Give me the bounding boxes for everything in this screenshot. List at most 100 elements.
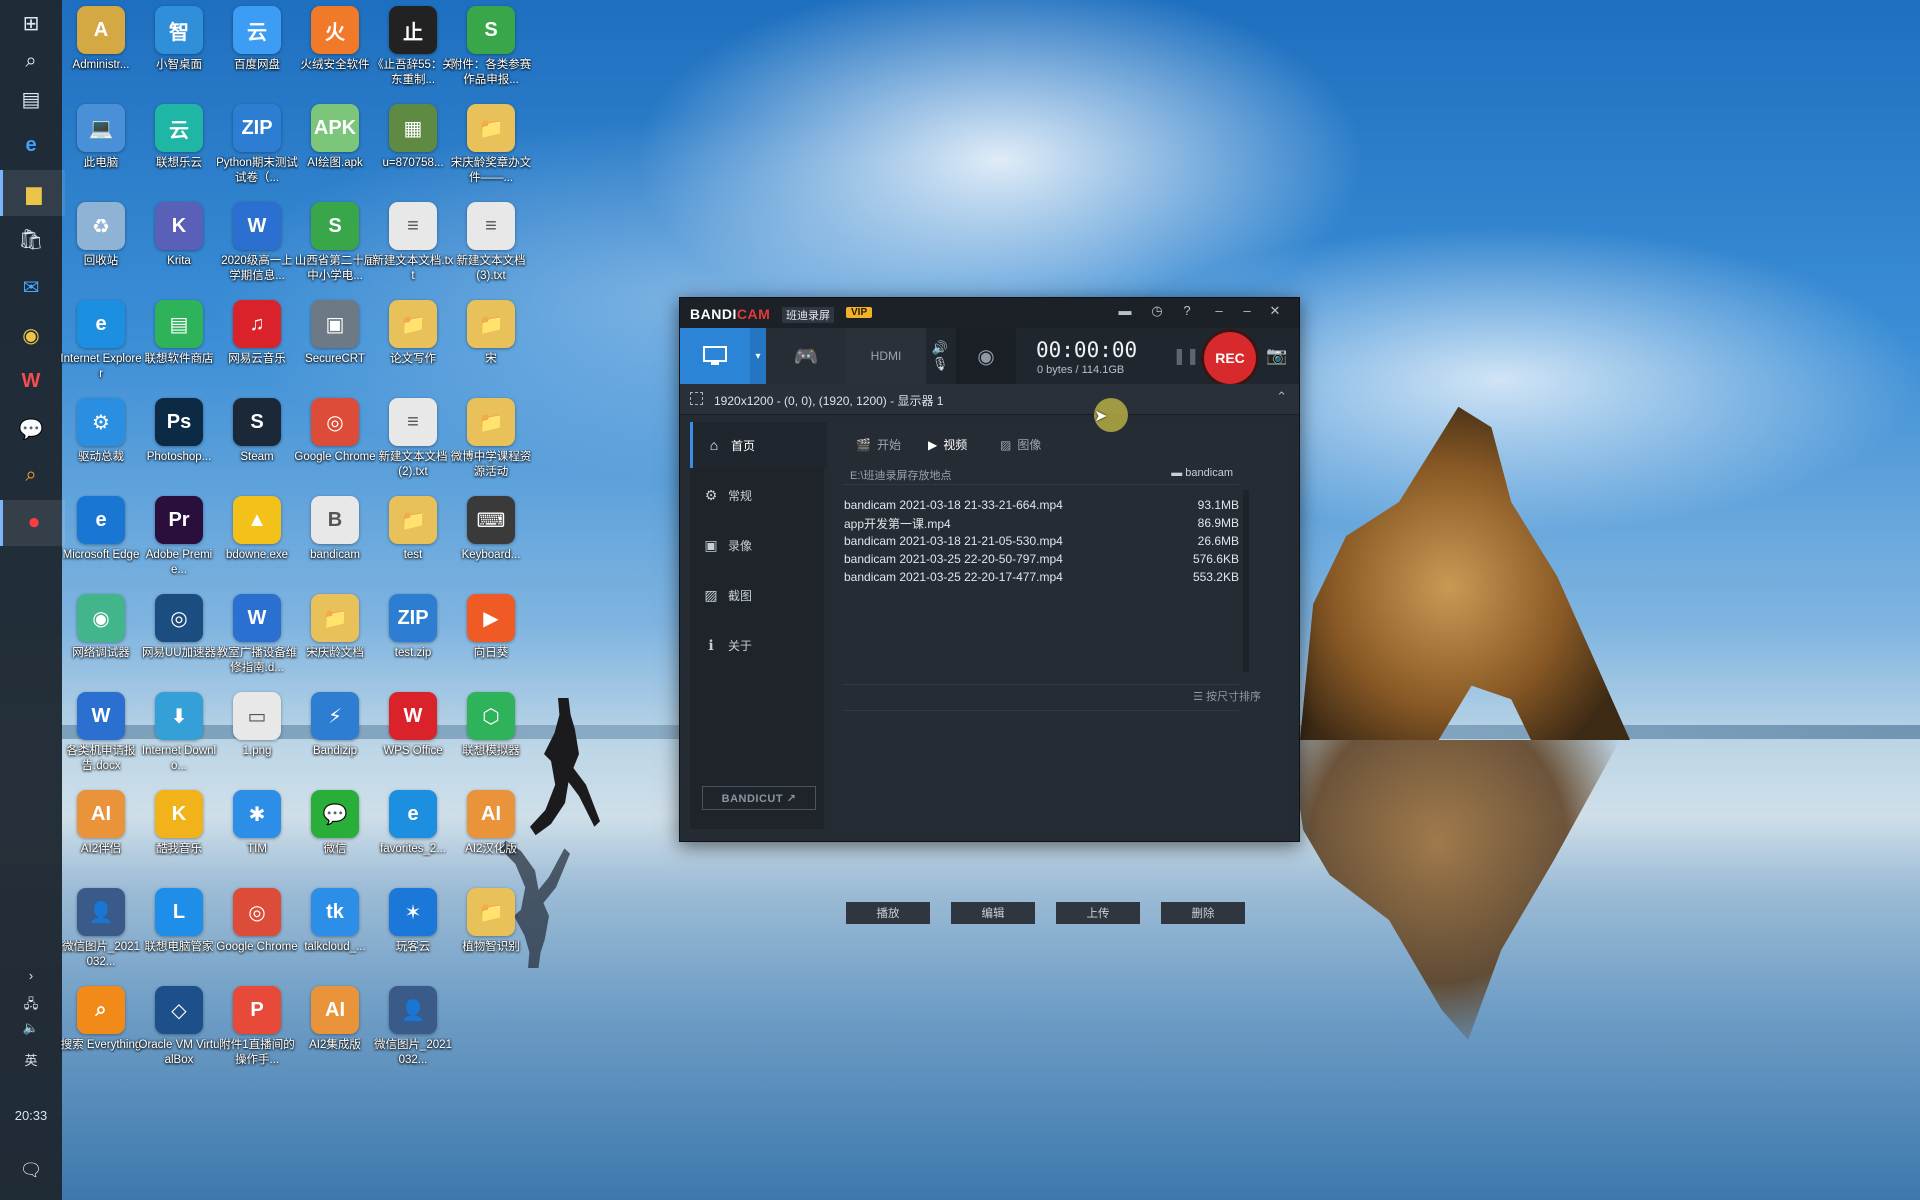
desktop-icon[interactable]: 👤 微信图片_2021032... <box>374 986 452 1082</box>
minimize-icon[interactable]: – <box>1208 303 1230 318</box>
desktop-icon[interactable]: S 附件：各类参赛作品申报... <box>451 6 531 102</box>
help-icon[interactable]: ? <box>1176 303 1198 318</box>
desktop-icon[interactable]: 📁 植物智识别 <box>452 888 530 984</box>
desktop-icon[interactable]: 👤 微信图片_2021032... <box>62 888 140 984</box>
desktop-icon[interactable]: ZIP Python期末测试试卷（... <box>216 104 298 200</box>
store-icon[interactable]: 🛍 <box>0 216 62 262</box>
desktop-icon[interactable]: ✱ TIM <box>218 790 296 886</box>
desktop-icon[interactable]: AI AI2汉化版 <box>452 790 530 886</box>
desktop-icon[interactable]: W 各类机申请报告.docx <box>62 692 140 788</box>
chrome-icon[interactable]: ◉ <box>0 312 62 358</box>
desktop-icon[interactable]: ♫ 网易云音乐 <box>218 300 296 396</box>
desktop-icon[interactable]: ▤ 联想软件商店 <box>140 300 218 396</box>
desktop-icon[interactable]: 💻 此电脑 <box>62 104 140 200</box>
desktop-icon[interactable]: W 教室广播设备维修指南.d... <box>217 594 297 690</box>
wps-icon[interactable]: W <box>0 358 62 404</box>
rec-button[interactable]: REC <box>1204 332 1256 384</box>
camera-icon[interactable]: 📷 <box>1262 328 1292 384</box>
tab-start[interactable]: 🎬 开始 <box>856 436 901 453</box>
desktop-icon[interactable]: S Steam <box>218 398 296 494</box>
screen-mode-button[interactable] <box>680 328 750 384</box>
mail-icon[interactable]: ✉ <box>0 264 62 310</box>
desktop-icon[interactable]: e Internet Explorer <box>60 300 142 396</box>
search-everything-icon[interactable]: ⌕ <box>0 452 62 498</box>
sidebar-item-general[interactable]: ⚙ 常规 <box>690 472 824 518</box>
desktop-icon[interactable]: ▣ SecureCRT <box>296 300 374 396</box>
desktop-icon[interactable]: e Microsoft Edge <box>62 496 140 592</box>
capture-area-bar[interactable]: 1920x1200 - (0, 0), (1920, 1200) - 显示器 1… <box>680 384 1299 415</box>
audio-toggles[interactable]: 🔊 🎙 <box>928 328 952 384</box>
desktop-icon[interactable]: K 酷我音乐 <box>140 790 218 886</box>
desktop-icon[interactable]: 💬 微信 <box>296 790 374 886</box>
clock[interactable]: 20:33 <box>0 1108 62 1123</box>
desktop-icon[interactable]: 📁 论文写作 <box>374 300 452 396</box>
desktop-icon[interactable]: ◉ 网络调试器 <box>62 594 140 690</box>
ime-indicator[interactable]: 英 <box>0 1050 62 1069</box>
desktop-icon[interactable]: L 联想电脑管家 <box>140 888 218 984</box>
pause-icon[interactable]: ❚❚ <box>1173 328 1200 384</box>
desktop-icon[interactable]: P 附件1直播间的操作手... <box>218 986 296 1082</box>
notification-icon[interactable]: 🗨 <box>0 1160 62 1181</box>
desktop-icon[interactable]: 云百度网盘 <box>218 6 296 102</box>
desktop-icon[interactable]: APK AI绘图.apk <box>296 104 374 200</box>
desktop-icon[interactable]: ◎ Google Chrome <box>216 888 298 984</box>
speaker-icon[interactable]: 🔊 <box>932 340 948 356</box>
desktop-icon[interactable]: AI AI2集成版 <box>296 986 374 1082</box>
desktop-icon[interactable]: ⚡ Bandizip <box>296 692 374 788</box>
upload-button[interactable]: 上传 <box>1056 902 1140 924</box>
tab-image[interactable]: ▨ 图像 <box>1000 436 1041 453</box>
network-icon[interactable]: 🖧 <box>0 995 62 1017</box>
desktop-icon[interactable]: ▭ 1.png <box>218 692 296 788</box>
sort-button[interactable]: ☰ 按尺寸排序 <box>1193 688 1261 704</box>
desktop-icon[interactable]: ⌨ Keyboard... <box>452 496 530 592</box>
desktop-icon[interactable]: K Krita <box>140 202 218 298</box>
desktop-icon[interactable]: ZIP test.zip <box>374 594 452 690</box>
desktop-icon[interactable]: 📁 微博中学课程资源活动 <box>451 398 531 494</box>
chevron-up-icon[interactable]: › <box>0 968 62 983</box>
desktop-icon[interactable]: ✶ 玩客云 <box>374 888 452 984</box>
desktop-icon[interactable]: AI AI2伴侣 <box>62 790 140 886</box>
webcam-button[interactable]: ◉ <box>956 328 1016 384</box>
desktop-icon[interactable]: ▲ bdowne.exe <box>218 496 296 592</box>
chevron-down-icon[interactable]: ▾ <box>750 328 766 384</box>
desktop-icon[interactable]: W WPS Office <box>374 692 452 788</box>
desktop-icon[interactable]: ≡ 新建文本文档(3).txt <box>452 202 530 298</box>
close-icon[interactable]: ✕ <box>1264 303 1286 319</box>
tab-video[interactable]: ▶ 视频 <box>928 436 967 453</box>
desktop-icon[interactable]: ⌕ 搜索 Everything <box>61 986 141 1082</box>
desktop-icon[interactable]: A Administr... <box>62 6 140 102</box>
desktop-icon[interactable]: e favorites_2... <box>374 790 452 886</box>
desktop-icon[interactable]: ⬡ 联想模拟器 <box>452 692 530 788</box>
desktop-icon[interactable]: Pr Adobe Premie... <box>140 496 218 592</box>
desktop-icon[interactable]: ♻ 回收站 <box>62 202 140 298</box>
desktop-icon[interactable]: ◇ Oracle VM VirtualBox <box>139 986 219 1082</box>
desktop-icon[interactable]: 📁 test <box>374 496 452 592</box>
folder-icon[interactable]: ▬ <box>1114 303 1136 318</box>
desktop-icon[interactable]: ◎ 网易UU加速器 <box>140 594 218 690</box>
title-bar[interactable]: BANDICAM 班迪录屏 VIP ▬ ◷ ? – – ✕ <box>680 298 1299 328</box>
clock-icon[interactable]: ◷ <box>1146 303 1168 319</box>
desktop-icon[interactable]: 📁 宋庆龄文档 <box>296 594 374 690</box>
desktop-icon[interactable]: 火火绒安全软件 <box>296 6 374 102</box>
desktop-icon[interactable]: W 2020级高一上学期信息... <box>218 202 296 298</box>
edge-icon[interactable]: e <box>0 122 62 168</box>
desktop-icon[interactable]: 智小智桌面 <box>140 6 218 102</box>
device-mode-button[interactable]: HDMI <box>846 328 926 384</box>
folder-button[interactable]: ▬ bandicam <box>1171 467 1233 479</box>
scrollbar[interactable] <box>1243 490 1249 672</box>
restore-icon[interactable]: – <box>1236 303 1258 318</box>
sidebar-item-home[interactable]: ⌂ 首页 <box>690 422 827 468</box>
sidebar-item-about[interactable]: ℹ 关于 <box>690 622 824 668</box>
desktop-icon[interactable]: ◎ Google Chrome <box>294 398 376 494</box>
game-mode-button[interactable]: 🎮 <box>766 328 846 384</box>
sidebar-item-screenshot[interactable]: ▨ 截图 <box>690 572 824 618</box>
desktop-icon[interactable]: ≡ 新建文本文档(2).txt <box>374 398 452 494</box>
volume-icon[interactable]: 🔈 <box>0 1020 62 1036</box>
file-row[interactable]: bandicam 2021-03-25 22-20-17-477.mp4 553.… <box>844 566 1239 588</box>
desktop-icon[interactable]: 止《止吾辞55：关东重制... <box>372 6 454 102</box>
wechat-icon[interactable]: 💬 <box>0 406 62 452</box>
desktop-icon[interactable]: tk talkcloud_... <box>296 888 374 984</box>
microphone-icon[interactable]: 🎙 <box>932 356 949 372</box>
desktop-icon[interactable]: 📁 宋庆龄奖章办文件——... <box>451 104 531 200</box>
collapse-icon[interactable]: ⌃ <box>1276 389 1287 405</box>
